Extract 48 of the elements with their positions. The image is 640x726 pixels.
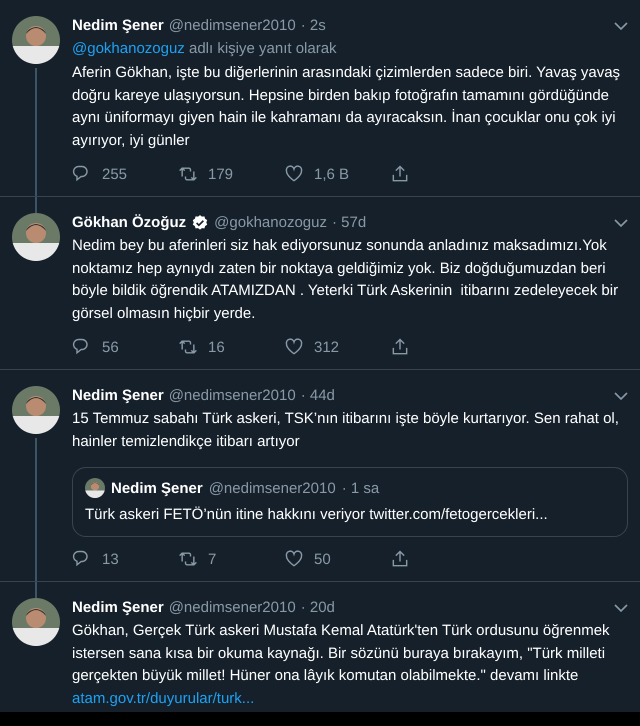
like-count: 50 <box>314 550 331 568</box>
caret-icon[interactable] <box>614 392 628 400</box>
user-handle: @nedimsener2010 <box>208 480 336 496</box>
tweet-text: 15 Temmuz sabahı Türk askeri, TSK’nın itibarını işte böyle kurtarıyor. Sen rahat ol, hainler temizlendikçe itibarı artıyor <box>72 409 620 452</box>
author-name: Nedim Şener <box>111 480 203 496</box>
share-icon[interactable] <box>390 549 410 569</box>
author-name[interactable]: Nedim Şener <box>72 386 164 406</box>
quoted-text: Türk askeri FETÖ’nün itine hakkını veriyor twitter.com/fetogercekleri... <box>85 505 549 525</box>
share-icon[interactable] <box>390 164 410 184</box>
tweet-text: Aferin Gökhan, işte bu diğerlerinin arasındaki çizimlerden sadece biri. Yavaş yavaş doğru kareye ulaşıyorsun. Hepsine birden bakıp fotoğrafın tamamını gördüğünde aynı üniformayı giyen hain ile kahramanı da ayıracaksın. İnan çocuklar onu çok iyi ayırıyor, iyi günler <box>72 63 622 150</box>
user-handle[interactable]: @nedimsener2010 <box>168 16 296 36</box>
retweet-count: 179 <box>208 166 234 182</box>
avatar[interactable] <box>12 213 60 261</box>
tweet-text: Gökhan, Gerçek Türk askeri Mustafa Kemal Atatürk'ten Türk ordusunu öğrenmek istersen sana kısa bir okuma kaynağı. Bir sözünü buraya bırakayım, "Türk milleti gerçekten büyük millet! Hüner ona lâyık komutan olabilmekte." devamı linkte atam.gov.tr/duyurular/turk... <box>72 621 611 708</box>
avatar[interactable] <box>12 598 60 646</box>
tweet-time[interactable]: · 2s <box>300 16 326 36</box>
like-icon[interactable] <box>284 337 304 357</box>
author-name[interactable]: Nedim Şener <box>72 598 164 618</box>
retweet-count: 16 <box>208 338 225 356</box>
replie-count: 13 <box>102 550 119 568</box>
caret-icon[interactable] <box>614 218 628 228</box>
like-count: 312 <box>314 338 340 356</box>
mention-link[interactable]: @gokhanozoguz <box>72 40 185 57</box>
author-name[interactable]: Nedim Şener <box>72 16 164 36</box>
tweet-time: · 1 sa <box>342 480 380 496</box>
like-icon[interactable] <box>284 549 304 569</box>
replie-count: 56 <box>102 338 119 356</box>
retweet-count: 7 <box>208 550 216 568</box>
avatar[interactable] <box>12 386 60 434</box>
caret-icon[interactable] <box>614 604 628 612</box>
replie-count: 255 <box>102 166 128 182</box>
author-name[interactable]: Gökhan Özoğuz <box>72 213 186 233</box>
tweet-time[interactable]: · 57d <box>332 213 366 233</box>
user-handle[interactable]: @nedimsener2010 <box>168 598 296 618</box>
share-icon[interactable] <box>390 337 410 357</box>
url-link[interactable]: atam.gov.tr/duyurular/turk... <box>72 690 254 706</box>
tweet-time[interactable]: · 20d <box>300 598 335 618</box>
user-handle[interactable]: @gokhanozoguz <box>214 213 327 233</box>
user-handle[interactable]: @nedimsener2010 <box>168 386 296 406</box>
tweet-text: Nedim bey bu aferinleri siz hak ediyorsunuz sonunda anladınız maksadımızı.Yok noktamız hep aynıydı zaten bir noktaya geldiğimiz yok. Biz doğduğumuzdan beri böyle bildik öğrendik ATAMIZDAN . Yeterki Türk Askerinin itibarını zedeleyecek bir görsel olmasın hiçbir yerde. <box>72 236 620 324</box>
avatar[interactable] <box>12 16 60 64</box>
like-icon[interactable] <box>284 164 304 184</box>
caret-icon[interactable] <box>614 22 628 30</box>
tweet-time[interactable]: · 44d <box>300 386 335 406</box>
avatar[interactable] <box>85 478 105 498</box>
reply-context: @gokhanozoguz adlı kişiye yanıt olarak <box>72 39 338 59</box>
like-count: 1,6 B <box>314 166 350 182</box>
quoted-tweet[interactable]: Nedim Şener @nedimsener2010 · 1 sa Türk askeri FETÖ’nün itine hakkını veriyor twitter.com/fetogercekleri... <box>72 467 628 537</box>
